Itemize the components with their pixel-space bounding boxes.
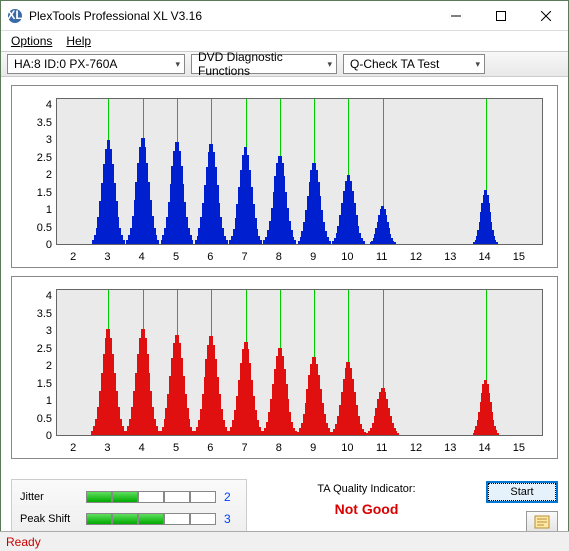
- window-title: PlexTools Professional XL V3.16: [29, 9, 433, 23]
- menubar: Options Help: [1, 31, 568, 51]
- menu-options[interactable]: Options: [5, 32, 58, 50]
- jitter-blocks: [86, 491, 216, 503]
- svg-text:XL: XL: [7, 8, 22, 22]
- chevron-down-icon: ▾: [475, 59, 480, 70]
- jitter-value: 2: [224, 490, 238, 504]
- chevron-down-icon: ▾: [327, 59, 332, 70]
- notes-button[interactable]: [526, 511, 558, 533]
- minimize-button[interactable]: [433, 1, 478, 30]
- close-button[interactable]: [523, 1, 568, 30]
- menu-help[interactable]: Help: [60, 32, 97, 50]
- quality-indicator: TA Quality Indicator: Not Good: [265, 479, 468, 517]
- quality-label: TA Quality Indicator:: [265, 483, 468, 495]
- chevron-down-icon: ▾: [175, 59, 180, 70]
- metrics-panel: Jitter 2 Peak Shift 3: [11, 479, 247, 537]
- category-select[interactable]: DVD Diagnostic Functions▾: [191, 54, 337, 74]
- quality-value: Not Good: [265, 501, 468, 517]
- status-text: Ready: [6, 535, 41, 549]
- jitter-label: Jitter: [20, 491, 78, 503]
- peak-shift-value: 3: [224, 512, 238, 526]
- drive-select[interactable]: HA:8 ID:0 PX-760A▾: [7, 54, 185, 74]
- start-button[interactable]: Start: [486, 481, 558, 503]
- statusbar: Ready: [0, 531, 569, 551]
- notes-icon: [534, 515, 550, 529]
- titlebar: XL PlexTools Professional XL V3.16: [1, 1, 568, 31]
- chart-bottom: 43.532.521.510.5023456789101112131415: [11, 276, 558, 459]
- chart-top: 43.532.521.510.5023456789101112131415: [11, 85, 558, 268]
- maximize-button[interactable]: [478, 1, 523, 30]
- app-icon: XL: [7, 8, 23, 24]
- test-select[interactable]: Q-Check TA Test▾: [343, 54, 485, 74]
- toolbar: HA:8 ID:0 PX-760A▾ DVD Diagnostic Functi…: [1, 51, 568, 77]
- peak-shift-label: Peak Shift: [20, 513, 78, 525]
- peak-blocks: [86, 513, 216, 525]
